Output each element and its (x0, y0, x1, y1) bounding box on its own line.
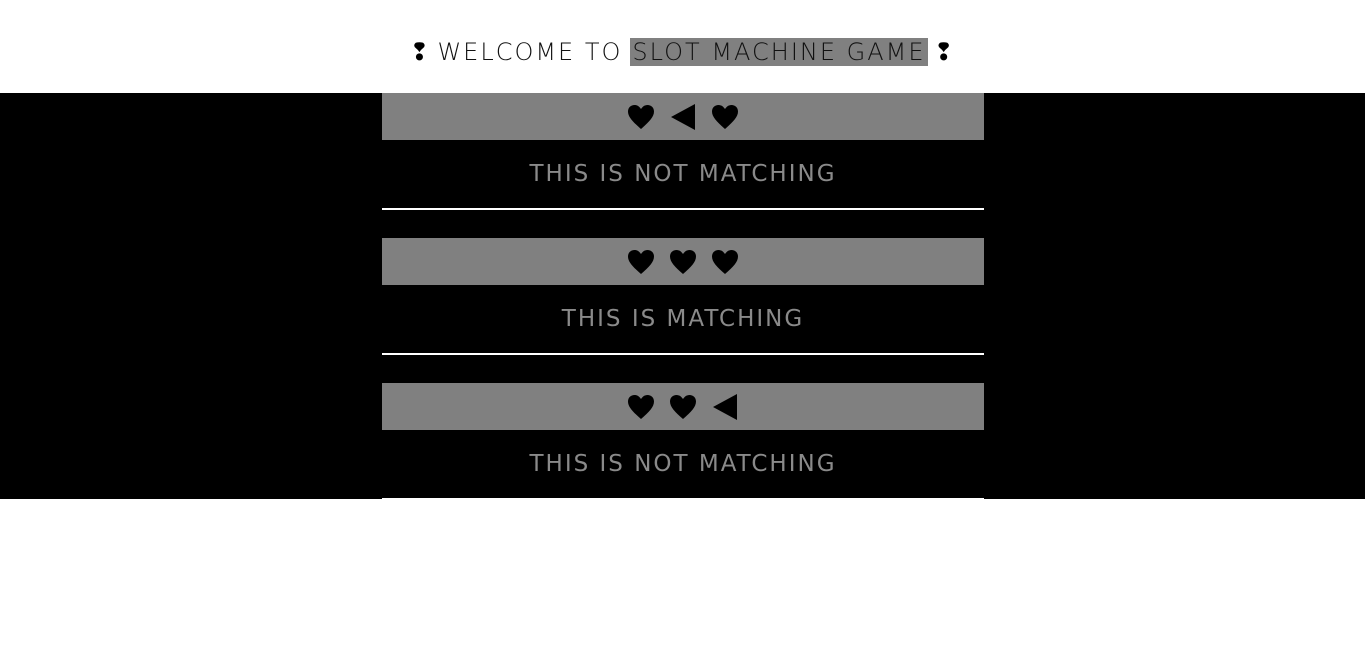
slot-list: THIS IS NOT MATCHING THIS IS MATCHING TH… (382, 93, 984, 500)
reel-strip (382, 238, 984, 285)
match-result-text: THIS IS NOT MATCHING (382, 430, 984, 500)
match-result-text: THIS IS NOT MATCHING (382, 140, 984, 210)
heart-icon (626, 392, 656, 422)
reel-strip (382, 93, 984, 140)
exclamation-ornament-left: ❢ (409, 37, 432, 66)
heart-icon (668, 247, 698, 277)
heart-icon (626, 102, 656, 132)
slot-row: THIS IS NOT MATCHING (382, 383, 984, 500)
slot-row: THIS IS MATCHING (382, 238, 984, 355)
title-plain-text: WELCOME TO (437, 37, 623, 66)
slot-row: THIS IS NOT MATCHING (382, 93, 984, 210)
exclamation-ornament-right: ❢ (933, 37, 956, 66)
page-title: ❢ WELCOME TO SLOT MACHINE GAME ❢ (403, 37, 961, 66)
page-header: ❢ WELCOME TO SLOT MACHINE GAME ❢ (0, 0, 1365, 93)
heart-icon (710, 247, 740, 277)
title-highlight-text: SLOT MACHINE GAME (630, 37, 928, 66)
heart-icon (626, 247, 656, 277)
heart-icon (668, 392, 698, 422)
triangle-left-icon (710, 392, 740, 422)
triangle-left-icon (668, 102, 698, 132)
reel-strip (382, 383, 984, 430)
slot-machine-band: THIS IS NOT MATCHING THIS IS MATCHING TH… (0, 93, 1365, 500)
heart-icon (710, 102, 740, 132)
match-result-text: THIS IS MATCHING (382, 285, 984, 355)
